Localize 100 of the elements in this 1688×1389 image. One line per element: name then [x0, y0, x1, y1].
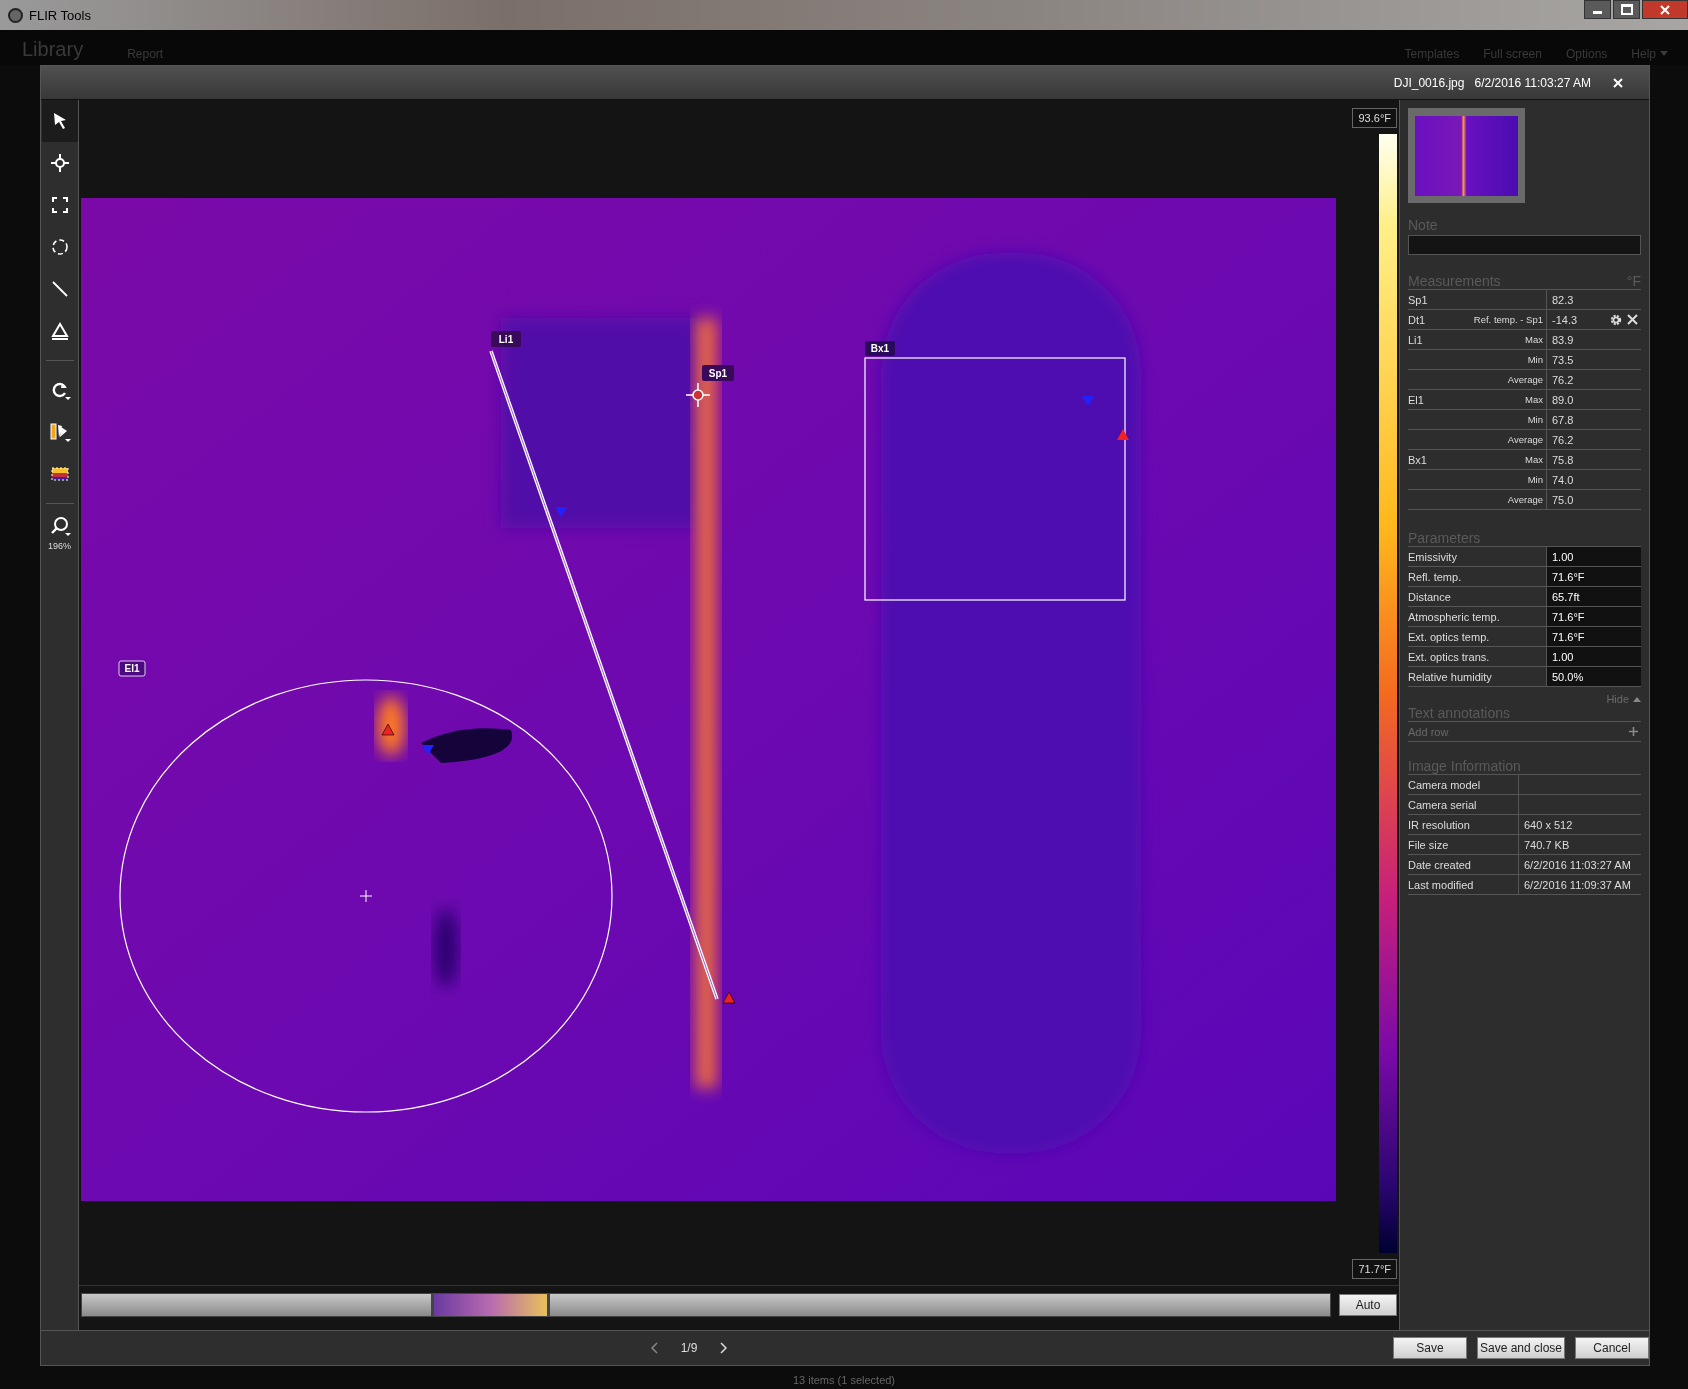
measurement-row[interactable]: Dt1 Ref. temp. - Sp1 -14.3	[1408, 310, 1641, 330]
close-icon[interactable]	[1627, 314, 1638, 325]
info-label: IR resolution	[1408, 818, 1470, 831]
parameter-value-field[interactable]: 71.6°F	[1547, 607, 1641, 626]
dialog-button[interactable]: Cancel	[1575, 1337, 1649, 1359]
close-icon	[1660, 4, 1670, 15]
info-label: Camera serial	[1408, 798, 1477, 811]
measurement-name: Li1	[1408, 333, 1423, 346]
window-title: FLIR Tools	[29, 7, 91, 23]
measurement-detail: Max	[1525, 334, 1543, 345]
measurement-row[interactable]: Min 67.8	[1408, 410, 1641, 430]
measurement-name: Dt1	[1408, 313, 1426, 326]
info-value: 640 x 512	[1524, 818, 1573, 831]
info-label: Camera model	[1408, 778, 1481, 791]
measurement-detail: Ref. temp. - Sp1	[1473, 314, 1543, 325]
parameter-label: Atmospheric temp.	[1408, 610, 1500, 623]
measurement-tag: Sp1	[702, 365, 734, 381]
settings-icon[interactable]	[1610, 313, 1622, 326]
measurement-detail: Max	[1525, 394, 1543, 405]
crosshair-icon	[48, 152, 71, 174]
measurement-row[interactable]: Min 73.5	[1408, 350, 1641, 370]
parameter-value-field[interactable]: 71.6°F	[1547, 567, 1641, 586]
parameter-value-field[interactable]: 50.0%	[1547, 667, 1641, 686]
measurement-row[interactable]: Li1 Max 83.9	[1408, 330, 1641, 350]
close-button[interactable]	[1642, 0, 1688, 19]
parameter-label: Emissivity	[1408, 550, 1457, 563]
measurement-row[interactable]: Min 74.0	[1408, 470, 1641, 490]
info-label: File size	[1408, 838, 1449, 851]
info-value: 6/2/2016 11:03:27 AM	[1524, 858, 1631, 871]
caret-up-icon	[1633, 696, 1641, 702]
max-marker-icon	[381, 723, 395, 736]
info-value: 6/2/2016 11:09:37 AM	[1524, 878, 1631, 891]
measurement-tag: Bx1	[865, 341, 895, 356]
parameter-label: Ext. optics trans.	[1408, 650, 1490, 663]
max-marker-icon	[1117, 429, 1129, 440]
measurement-value: 83.9	[1552, 333, 1574, 346]
app-logo-icon	[8, 7, 23, 23]
measurement-row[interactable]: Average 75.0	[1408, 490, 1641, 510]
palette-icon	[48, 421, 71, 443]
status-text: 13 items (1 selected)	[791, 1373, 897, 1386]
measurement-row[interactable]: Average 76.2	[1408, 430, 1641, 450]
measurement-value: 67.8	[1552, 413, 1574, 426]
next-icon[interactable]	[719, 1342, 728, 1354]
minimize-button[interactable]	[1584, 0, 1611, 19]
measurement-detail: Average	[1507, 494, 1543, 505]
note-field[interactable]	[1408, 235, 1641, 255]
parameter-label: Distance	[1408, 590, 1451, 603]
center-cross-icon	[359, 889, 373, 903]
parameter-label: Refl. temp.	[1408, 570, 1462, 583]
min-marker-icon	[1082, 396, 1094, 406]
parameter-label: Ext. optics temp.	[1408, 630, 1490, 643]
measurement-detail: Min	[1527, 354, 1543, 365]
measurement-name: El1	[1408, 393, 1424, 406]
measurement-detail: Average	[1507, 374, 1543, 385]
dialog-button[interactable]: Save and close	[1477, 1337, 1565, 1359]
measurement-value: 76.2	[1552, 433, 1574, 446]
measurement-row[interactable]: Average 76.2	[1408, 370, 1641, 390]
measurement-value: -14.3	[1552, 313, 1578, 326]
min-marker-icon	[422, 745, 434, 755]
measurement-detail: Max	[1525, 454, 1543, 465]
previous-icon[interactable]	[650, 1342, 659, 1354]
spot-crosshair-icon[interactable]	[685, 382, 711, 408]
min-marker-icon	[555, 507, 567, 517]
measurement-value: 82.3	[1552, 293, 1574, 306]
max-marker-icon	[722, 991, 736, 1004]
measurement-tag: El1	[118, 660, 146, 677]
measurement-value: 89.0	[1552, 393, 1574, 406]
select-tool-button[interactable]	[41, 100, 78, 142]
info-value: 740.7 KB	[1524, 838, 1570, 851]
measurement-name: Bx1	[1408, 453, 1427, 466]
parameter-value-field[interactable]: 1.00	[1547, 547, 1641, 566]
parameter-label: Relative humidity	[1408, 670, 1492, 683]
measurement-tag: Li1	[491, 331, 521, 347]
maximize-button[interactable]	[1613, 0, 1640, 19]
file-date: 6/2/2016 11:03:27 AM	[1474, 75, 1591, 90]
measurement-row[interactable]: El1 Max 89.0	[1408, 390, 1641, 410]
parameter-value-field[interactable]: 1.00	[1547, 647, 1641, 666]
measurement-value: 76.2	[1552, 373, 1574, 386]
measurement-detail: Average	[1507, 434, 1543, 445]
scale-min-label[interactable]: 71.7°F	[1352, 1259, 1397, 1279]
range-slider-handle[interactable]	[431, 1294, 550, 1316]
measurement-name: Sp1	[1408, 293, 1428, 306]
measurement-row[interactable]: Sp1 82.3	[1408, 290, 1641, 310]
dialog-button[interactable]: Save	[1393, 1337, 1467, 1359]
parameter-value-field[interactable]: 65.7ft	[1547, 587, 1641, 606]
zoom-tool-button[interactable]: 196%	[41, 512, 78, 554]
measurement-box[interactable]	[864, 357, 1126, 601]
measurement-detail: Min	[1527, 414, 1543, 425]
scale-max-label[interactable]: 93.6°F	[1352, 108, 1397, 128]
auto-button[interactable]: Auto	[1339, 1294, 1397, 1316]
file-name: DJI_0016.jpg	[1393, 75, 1465, 90]
plus-icon[interactable]	[1629, 727, 1638, 736]
info-label: Date created	[1408, 858, 1471, 871]
parameter-value-field[interactable]: 71.6°F	[1547, 627, 1641, 646]
measurement-value: 74.0	[1552, 473, 1574, 486]
caret-icon	[1660, 51, 1668, 56]
measurement-value: 73.5	[1552, 353, 1574, 366]
measurement-value: 75.0	[1552, 493, 1574, 506]
measurement-value: 75.8	[1552, 453, 1574, 466]
measurement-row[interactable]: Bx1 Max 75.8	[1408, 450, 1641, 470]
